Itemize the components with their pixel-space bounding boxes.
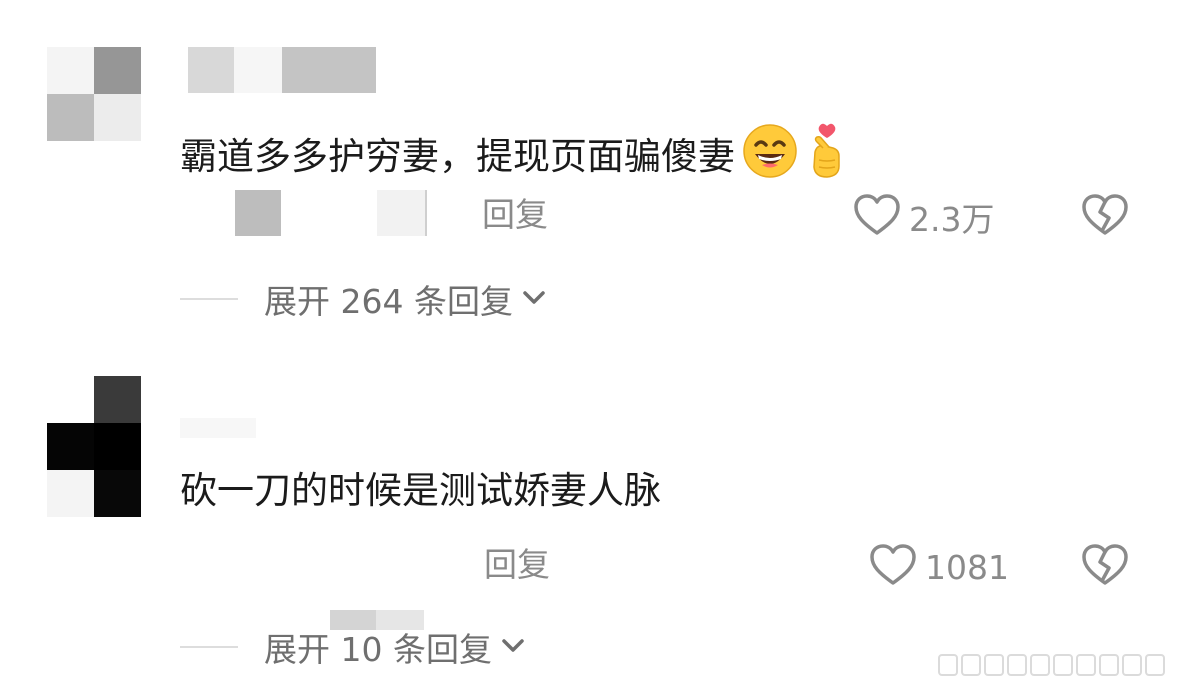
dislike-button[interactable]: [1081, 193, 1129, 241]
reply-button[interactable]: 回复: [482, 193, 548, 237]
avatar-pixel: [94, 470, 141, 517]
timestamp-redacted: [235, 190, 427, 236]
comment-body: 霸道多多护穷妻，提现页面骗傻妻: [180, 134, 735, 178]
comment-item: 砍一刀的时候是测试娇妻人脉 回复 1081 展开 10 条回复: [0, 340, 1179, 684]
grinning-face-icon: [741, 123, 799, 190]
like-count: 1081: [925, 547, 1009, 587]
expand-replies-button[interactable]: 展开 10 条回复: [180, 623, 526, 671]
avatar-pixel: [94, 423, 141, 470]
redaction-block: [282, 47, 376, 93]
watermark-glyph: [961, 654, 981, 676]
avatar[interactable]: [47, 47, 141, 141]
avatar-pixel: [94, 94, 141, 141]
comment-text: 砍一刀的时候是测试娇妻人脉: [180, 468, 661, 514]
redaction-block: [180, 418, 256, 438]
redaction-block: [281, 190, 377, 236]
like-button[interactable]: 2.3万: [853, 193, 994, 241]
watermark-glyph: [1145, 654, 1165, 676]
heart-outline-icon: [853, 193, 901, 241]
redaction-block: [235, 190, 281, 236]
redaction-block: [188, 47, 234, 93]
expand-replies-label: 展开 10 条回复: [264, 630, 492, 669]
dislike-button[interactable]: [1081, 543, 1129, 591]
expand-divider: [180, 646, 238, 648]
redaction-block: [234, 47, 282, 93]
broken-heart-icon: [1081, 544, 1129, 591]
watermark-logo: [938, 654, 1165, 676]
username-redacted[interactable]: [180, 418, 256, 438]
username-redacted[interactable]: [188, 47, 376, 93]
watermark-glyph: [1122, 654, 1142, 676]
expand-replies-button[interactable]: 展开 264 条回复: [180, 275, 547, 323]
reply-button[interactable]: 回复: [484, 543, 550, 587]
avatar-pixel: [94, 47, 141, 94]
watermark-glyph: [1030, 654, 1050, 676]
heart-outline-icon: [869, 543, 917, 591]
watermark-glyph: [1007, 654, 1027, 676]
watermark-glyph: [1099, 654, 1119, 676]
like-count: 2.3万: [909, 200, 995, 239]
expand-replies-label: 展开 264 条回复: [264, 282, 513, 321]
comment-body: 砍一刀的时候是测试娇妻人脉: [180, 469, 661, 512]
avatar-pixel: [47, 470, 94, 517]
redaction-block: [377, 190, 425, 236]
avatar-pixel: [94, 376, 141, 423]
avatar-pixel: [47, 376, 94, 423]
redaction-block: [425, 190, 427, 236]
chevron-down-icon: [521, 287, 547, 311]
watermark-glyph: [1053, 654, 1073, 676]
avatar-pixel: [47, 47, 94, 94]
comment-item: 霸道多多护穷妻，提现页面骗傻妻 回复 2.3万 展开 264 条回复: [0, 0, 1179, 340]
avatar[interactable]: [47, 376, 141, 517]
avatar-pixel: [47, 94, 94, 141]
finger-heart-icon: [805, 122, 849, 191]
watermark-glyph: [984, 654, 1004, 676]
watermark-glyph: [1076, 654, 1096, 676]
broken-heart-icon: [1081, 194, 1129, 241]
like-button[interactable]: 1081: [869, 543, 1009, 591]
chevron-down-icon: [500, 635, 526, 659]
comment-list: 霸道多多护穷妻，提现页面骗傻妻 回复 2.3万 展开 264 条回复 砍一刀的时…: [0, 0, 1179, 684]
comment-text: 霸道多多护穷妻，提现页面骗傻妻: [180, 122, 849, 191]
avatar-pixel: [47, 423, 94, 470]
watermark-glyph: [938, 654, 958, 676]
expand-divider: [180, 298, 238, 300]
